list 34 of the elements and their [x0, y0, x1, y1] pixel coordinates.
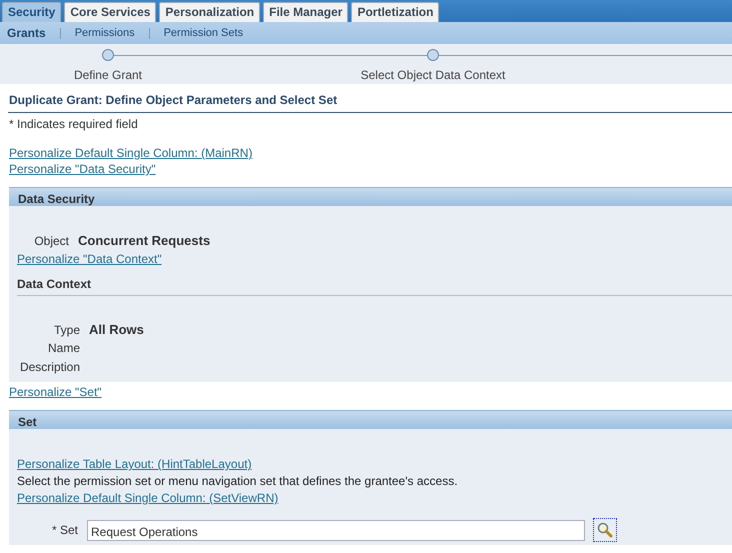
- personalize-link[interactable]: Personalize "Data Security": [9, 161, 156, 177]
- hint-text: Select the permission set or menu navigation set that defines the grantee's access.: [17, 473, 458, 490]
- search-icon: [597, 522, 613, 538]
- step-circle-icon: [427, 49, 439, 61]
- field-label: * Set: [50, 522, 79, 539]
- step-label: Define Grant: [74, 67, 142, 84]
- tab[interactable]: Security: [2, 2, 62, 22]
- set-field[interactable]: Request Operations: [87, 520, 585, 540]
- step-label: Select Object Data Context: [360, 67, 506, 84]
- subtab[interactable]: Permission Sets: [164, 24, 244, 42]
- tab[interactable]: File Manager: [263, 2, 348, 22]
- subtab[interactable]: Grants: [7, 24, 46, 42]
- section-header: Data Security: [9, 187, 732, 206]
- step-circle-icon: [102, 49, 114, 61]
- search-button[interactable]: [593, 518, 617, 542]
- section-header: Set: [9, 410, 732, 429]
- field-label: Description: [18, 358, 81, 376]
- required-note: * Indicates required field: [9, 116, 138, 133]
- field-label: Object: [33, 233, 70, 250]
- page-title: Duplicate Grant: Define Object Parameters and Select Set: [8, 88, 732, 113]
- personalize-link[interactable]: Personalize "Data Context": [17, 250, 162, 266]
- subtab[interactable]: Permissions: [74, 24, 135, 42]
- personalize-link[interactable]: Personalize "Set": [9, 384, 102, 400]
- field-label: Type: [52, 322, 81, 338]
- tab[interactable]: Personalization: [159, 2, 260, 22]
- subsection-header: Data Context: [17, 274, 732, 296]
- tab[interactable]: Core Services: [64, 2, 156, 22]
- field-label: Name: [46, 340, 81, 356]
- field-value: Concurrent Requests: [78, 232, 210, 250]
- field-value: All Rows: [89, 320, 144, 338]
- personalize-link[interactable]: Personalize Default Single Column: (SetViewRN): [17, 490, 278, 506]
- personalize-link[interactable]: Personalize Table Layout: (HintTableLayout): [17, 456, 252, 472]
- tab[interactable]: Portletization: [351, 2, 440, 22]
- personalize-link[interactable]: Personalize Default Single Column: (MainRN): [9, 145, 252, 161]
